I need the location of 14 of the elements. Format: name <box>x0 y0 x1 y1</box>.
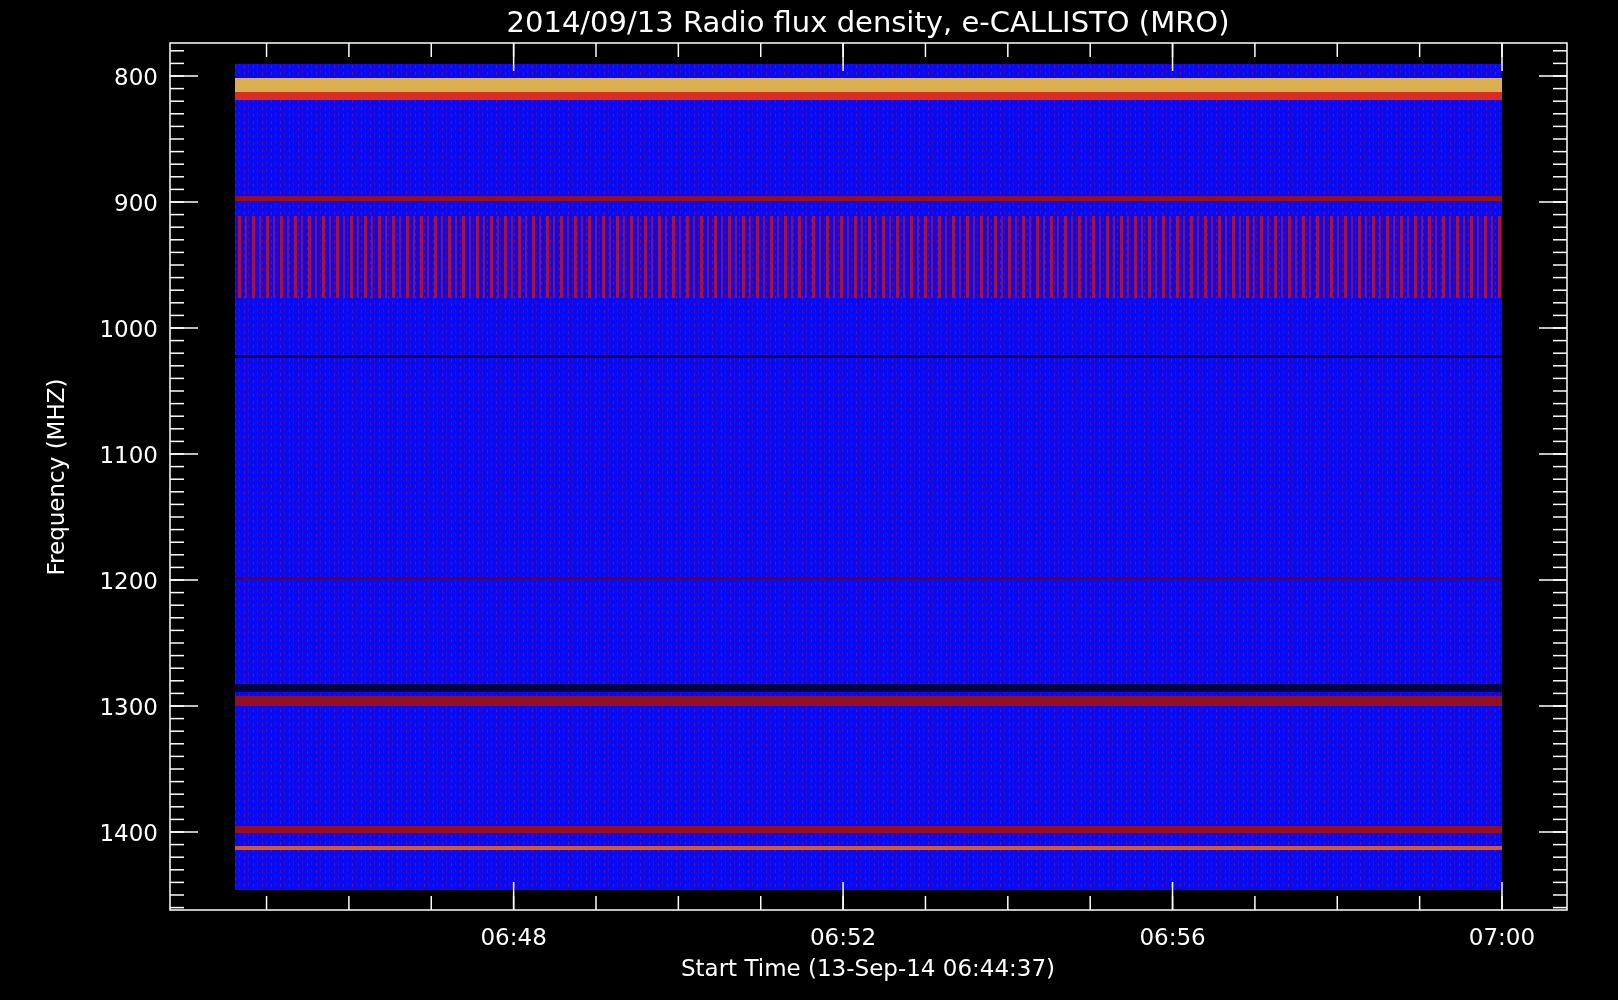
tick-label: 06:52 <box>809 924 877 950</box>
tick-label: 1200 <box>99 568 158 594</box>
tick-label: 1000 <box>99 316 158 342</box>
tick-label: 900 <box>114 190 158 216</box>
tick-label: 800 <box>114 64 158 90</box>
axis-label: Frequency (MHZ) <box>43 378 69 576</box>
tick-label: 06:48 <box>480 924 547 950</box>
tick-label: 07:00 <box>1468 924 1536 950</box>
tick-label: 1300 <box>99 694 158 720</box>
chart-title: 2014/09/13 Radio flux density, e-CALLISTO (MRO) <box>506 5 1230 39</box>
axis-label: Start Time (13-Sep-14 06:44:37) <box>680 955 1056 981</box>
tick-label: 1100 <box>99 442 158 468</box>
tick-label: 06:56 <box>1139 924 1206 950</box>
tick-label: 1400 <box>99 820 158 846</box>
